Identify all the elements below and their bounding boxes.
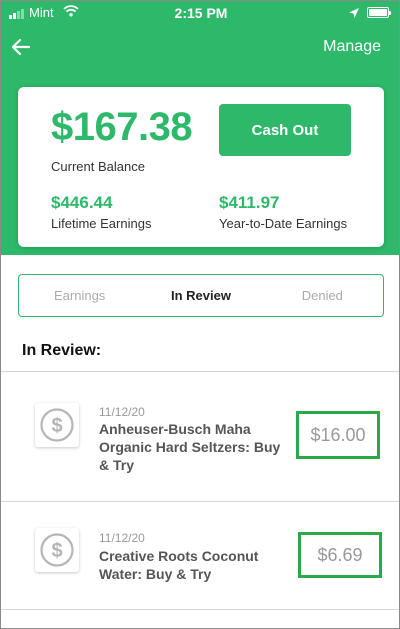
item-amount: $6.69 bbox=[298, 532, 382, 578]
svg-text:$: $ bbox=[51, 415, 62, 437]
item-date: 11/12/20 bbox=[99, 531, 145, 545]
cash-out-button[interactable]: Cash Out bbox=[219, 104, 351, 156]
lifetime-earnings-value: $446.44 bbox=[51, 193, 113, 212]
dollar-circle-icon: $ bbox=[35, 528, 79, 572]
ytd-earnings-label: Year-to-Date Earnings bbox=[219, 216, 348, 231]
svg-text:$: $ bbox=[51, 540, 62, 562]
manage-button[interactable]: Manage bbox=[323, 38, 381, 56]
section-title: In Review: bbox=[22, 342, 102, 359]
battery-icon bbox=[367, 7, 391, 18]
divider bbox=[1, 371, 399, 372]
divider bbox=[1, 609, 399, 610]
status-bar: Mint 2:15 PM bbox=[1, 1, 399, 25]
location-arrow-icon bbox=[349, 6, 359, 21]
tab-in-review[interactable]: In Review bbox=[140, 275, 261, 316]
status-time: 2:15 PM bbox=[174, 5, 228, 21]
item-title: Creative Roots Coconut Water: Buy & Try bbox=[99, 548, 259, 582]
balance-card: $167.38 Current Balance Cash Out $446.44… bbox=[18, 87, 384, 247]
current-balance-value: $167.38 bbox=[51, 105, 193, 149]
arrow-left-icon bbox=[11, 38, 31, 56]
dollar-circle-icon: $ bbox=[35, 403, 79, 447]
item-title: Anheuser-Busch Maha Organic Hard Seltzer… bbox=[99, 421, 281, 473]
item-amount: $16.00 bbox=[296, 411, 380, 459]
tab-denied[interactable]: Denied bbox=[262, 275, 383, 316]
ytd-earnings-value: $411.97 bbox=[219, 193, 280, 212]
lifetime-earnings-label: Lifetime Earnings bbox=[51, 216, 152, 231]
earnings-tabs: Earnings In Review Denied bbox=[18, 274, 384, 317]
divider bbox=[1, 501, 399, 502]
tab-earnings[interactable]: Earnings bbox=[19, 275, 140, 316]
item-date: 11/12/20 bbox=[99, 405, 145, 419]
current-balance-label: Current Balance bbox=[51, 159, 145, 174]
app-screen: Mint 2:15 PM Manage $167.38 Current Bala… bbox=[0, 0, 400, 629]
back-button[interactable] bbox=[9, 35, 33, 59]
